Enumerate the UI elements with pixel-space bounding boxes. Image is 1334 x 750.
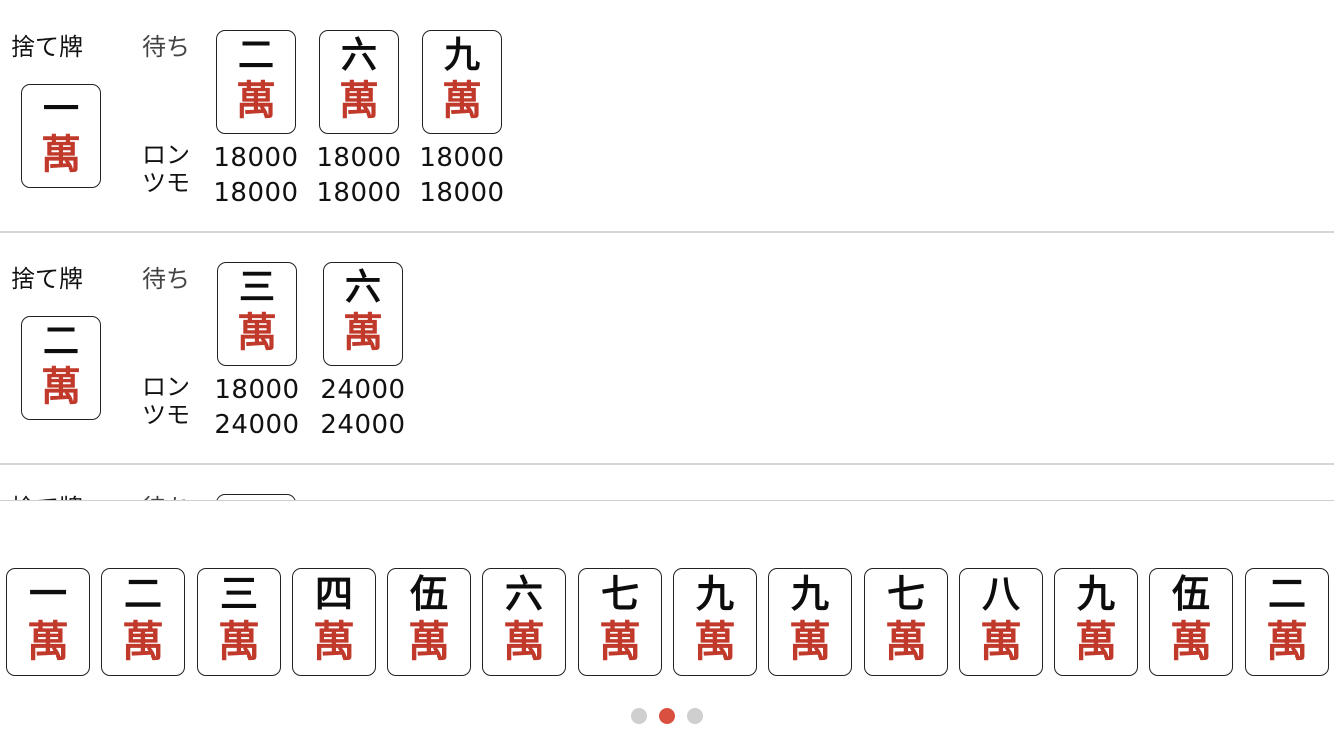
tile-number: 四 xyxy=(314,571,353,616)
tile-suit: 萬 xyxy=(788,617,831,666)
tile-suit: 萬 xyxy=(442,77,482,124)
ron-score: 18000 xyxy=(214,375,300,405)
hand-tile[interactable]: 伍 萬 xyxy=(1149,568,1233,676)
hand-tile[interactable]: 七 萬 xyxy=(578,568,662,676)
tile-number: 一 xyxy=(42,88,79,130)
tile-suit: 萬 xyxy=(1265,617,1308,666)
hand-tile[interactable]: 六 萬 xyxy=(482,568,566,676)
tile-suit: 萬 xyxy=(343,309,383,356)
ron-score: 18000 xyxy=(213,143,299,173)
tile-suit: 萬 xyxy=(236,77,276,124)
hand-tile[interactable]: 九 萬 xyxy=(1054,568,1138,676)
tile-number: 八 xyxy=(981,571,1020,616)
discard-label: 捨て牌 xyxy=(11,488,83,500)
tile-number: 六 xyxy=(344,266,381,308)
tile-suit: 萬 xyxy=(217,617,260,666)
wait-tile: 六 萬 xyxy=(323,262,403,366)
tsumo-score: 18000 xyxy=(419,178,505,208)
wait-tile: 六 萬 xyxy=(319,30,399,134)
hand-tile[interactable]: 七 萬 xyxy=(864,568,948,676)
ron-score: 18000 xyxy=(419,143,505,173)
wait-tile: 九 萬 xyxy=(422,30,502,134)
tile-number: 九 xyxy=(790,571,829,616)
ron-score: 24000 xyxy=(320,375,406,405)
tile-suit: 萬 xyxy=(26,617,69,666)
tile-number: 二 xyxy=(42,320,79,362)
discard-label: 捨て牌 xyxy=(11,33,83,61)
hand-tile[interactable]: 二 萬 xyxy=(101,568,185,676)
wait-tile: 三 萬 xyxy=(217,262,297,366)
tile-number: 七 xyxy=(886,571,925,616)
tsumo-score: 24000 xyxy=(320,410,406,440)
tsumo-label: ツモ xyxy=(142,401,190,429)
tsumo-score: 18000 xyxy=(316,178,402,208)
tile-number: 一 xyxy=(28,571,67,616)
hand-tile[interactable]: 八 萬 xyxy=(959,568,1043,676)
hand-tile[interactable]: 二 萬 xyxy=(1245,568,1329,676)
discard-tile[interactable]: 二 萬 xyxy=(21,316,101,420)
hand-tile[interactable]: 三 萬 xyxy=(197,568,281,676)
tile-suit: 萬 xyxy=(598,617,641,666)
tile-number: 二 xyxy=(237,34,274,76)
tile-number: 七 xyxy=(600,571,639,616)
tile-number: 六 xyxy=(504,571,543,616)
discard-label: 捨て牌 xyxy=(11,265,83,293)
tile-number: 六 xyxy=(340,34,377,76)
hand-tile[interactable]: 四 萬 xyxy=(292,568,376,676)
tile-suit: 萬 xyxy=(339,77,379,124)
tile-suit: 萬 xyxy=(41,131,81,178)
wait-label: 待ち xyxy=(142,33,190,61)
tile-number: 九 xyxy=(695,571,734,616)
tile-suit: 萬 xyxy=(502,617,545,666)
tile-suit: 萬 xyxy=(1169,617,1212,666)
tile-suit: 萬 xyxy=(237,309,277,356)
tile-suit: 萬 xyxy=(41,363,81,410)
tile-suit: 萬 xyxy=(121,617,164,666)
tile-suit: 萬 xyxy=(312,617,355,666)
page-indicator[interactable] xyxy=(0,708,1334,724)
ron-label: ロン xyxy=(142,373,190,401)
page-dot-2-active[interactable] xyxy=(659,708,675,724)
page-dot-3[interactable] xyxy=(687,708,703,724)
tile-number: 二 xyxy=(1267,571,1306,616)
tile-number: 二 xyxy=(123,571,162,616)
discard-option-row[interactable]: 捨て牌 待ち 一 萬 二 萬 六 萬 九 萬 ロン ツモ 18000 18000… xyxy=(0,0,1334,233)
tsumo-score: 24000 xyxy=(214,410,300,440)
ron-score: 18000 xyxy=(316,143,402,173)
hand-tile[interactable]: 九 萬 xyxy=(768,568,852,676)
wait-tile xyxy=(216,494,296,500)
discard-tile[interactable]: 一 萬 xyxy=(21,84,101,188)
hand-tile[interactable]: 伍 萬 xyxy=(387,568,471,676)
discard-option-row[interactable]: 捨て牌 待ち 二 萬 三 萬 六 萬 ロン ツモ 18000 24000 240… xyxy=(0,232,1334,465)
wait-label: 待ち xyxy=(142,265,190,293)
tile-suit: 萬 xyxy=(693,617,736,666)
discard-wait-list[interactable]: 捨て牌 待ち 一 萬 二 萬 六 萬 九 萬 ロン ツモ 18000 18000… xyxy=(0,0,1334,501)
tile-number: 伍 xyxy=(1171,571,1210,616)
wait-tile: 二 萬 xyxy=(216,30,296,134)
tile-suit: 萬 xyxy=(979,617,1022,666)
tile-number: 九 xyxy=(1076,571,1115,616)
wait-label: 待ち xyxy=(142,488,190,500)
tile-number: 伍 xyxy=(409,571,448,616)
tsumo-label: ツモ xyxy=(142,169,190,197)
tsumo-score: 18000 xyxy=(213,178,299,208)
hand-tile[interactable]: 一 萬 xyxy=(6,568,90,676)
tile-suit: 萬 xyxy=(884,617,927,666)
hand-tile[interactable]: 九 萬 xyxy=(673,568,757,676)
tile-number: 九 xyxy=(443,34,480,76)
tile-number: 三 xyxy=(238,266,275,308)
tile-suit: 萬 xyxy=(1074,617,1117,666)
tile-suit: 萬 xyxy=(407,617,450,666)
page-dot-1[interactable] xyxy=(631,708,647,724)
discard-option-row[interactable]: 捨て牌 待ち xyxy=(0,464,1334,500)
ron-label: ロン xyxy=(142,141,190,169)
tile-number: 三 xyxy=(219,571,258,616)
